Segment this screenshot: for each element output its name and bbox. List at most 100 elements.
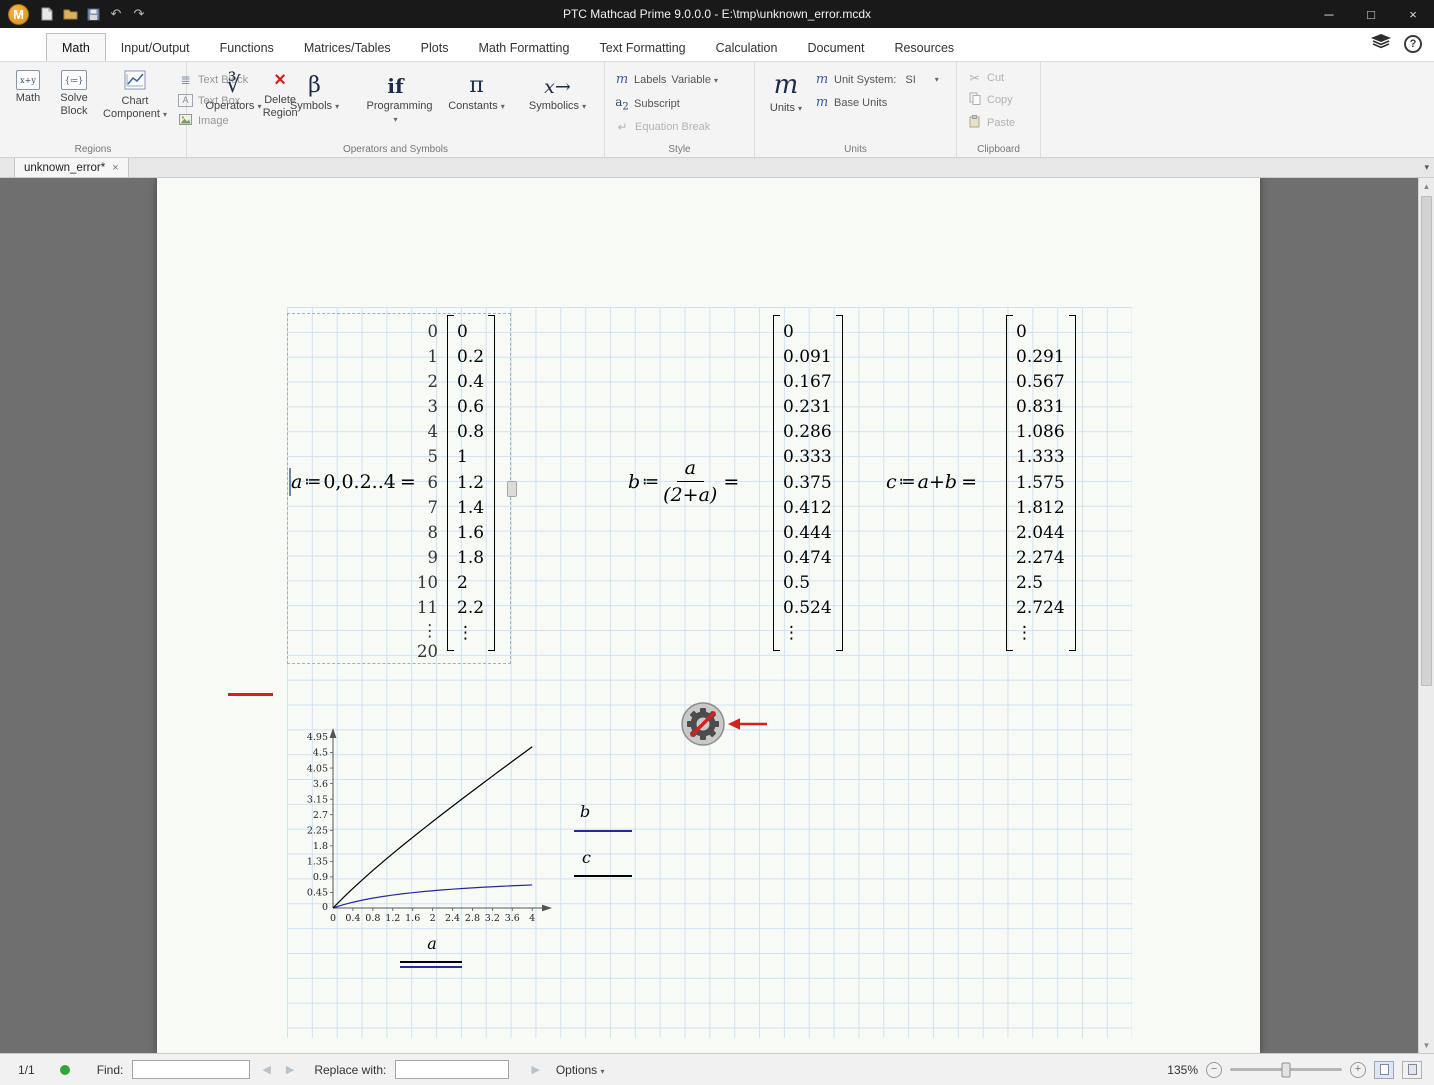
tab-text-formatting[interactable]: Text Formatting bbox=[584, 34, 700, 61]
svg-text:4.5: 4.5 bbox=[313, 748, 328, 759]
plot-x-axis-underline-c bbox=[400, 961, 462, 963]
scroll-up-icon[interactable]: ▲ bbox=[1419, 178, 1434, 194]
replace-next-icon[interactable]: ▶ bbox=[528, 1063, 542, 1076]
tab-functions[interactable]: Functions bbox=[205, 34, 289, 61]
tab-math[interactable]: Math bbox=[46, 33, 106, 61]
constants-button[interactable]: π Constants ▾ bbox=[438, 67, 516, 116]
unit-system-dropdown[interactable]: m Unit System: SI ▾ bbox=[811, 70, 943, 89]
cut-button[interactable]: ✂ Cut bbox=[963, 69, 1034, 87]
find-next-icon[interactable]: ▶ bbox=[283, 1063, 297, 1076]
svg-text:2.8: 2.8 bbox=[465, 913, 480, 924]
calculation-error-icon[interactable] bbox=[680, 701, 726, 747]
zoom-slider-thumb[interactable] bbox=[1282, 1062, 1291, 1077]
symbols-button[interactable]: β Symbols ▾ bbox=[276, 67, 354, 116]
region-a-result-matrix[interactable]: 00.20.40.60.811.21.41.61.822.2⋮ bbox=[447, 315, 495, 651]
close-button[interactable]: × bbox=[1392, 0, 1434, 28]
units-button[interactable]: m Units ▾ bbox=[761, 67, 811, 118]
region-c-result-matrix[interactable]: 00.2910.5670.8311.0861.3331.5751.8122.04… bbox=[1006, 315, 1076, 651]
labels-style-dropdown[interactable]: Variable ▾ bbox=[671, 74, 718, 86]
open-file-icon[interactable] bbox=[62, 6, 78, 22]
svg-text:0: 0 bbox=[322, 902, 328, 913]
xy-plot-svg[interactable]: 0.40.81.21.622.42.83.23.640.450.91.351.8… bbox=[300, 723, 560, 925]
page-view-button[interactable] bbox=[1374, 1061, 1394, 1079]
constants-icon: π bbox=[469, 70, 483, 98]
equation-break-button[interactable]: ↵ Equation Break bbox=[611, 118, 748, 136]
chevron-down-icon: ▾ bbox=[501, 102, 505, 111]
statusbar: 1/1 Find: ◀ ▶ Replace with: ▶ Options ▾ … bbox=[0, 1053, 1434, 1085]
solve-block-icon: {≔} bbox=[61, 70, 87, 90]
region-a-expression[interactable]: a≔0,0.2..4= bbox=[291, 315, 416, 648]
svg-text:4.95: 4.95 bbox=[307, 732, 328, 743]
undo-icon[interactable]: ↶ bbox=[108, 6, 124, 22]
replace-input[interactable] bbox=[395, 1060, 509, 1079]
region-drag-handle[interactable] bbox=[507, 481, 517, 497]
plot-trace-underline-c bbox=[574, 875, 632, 877]
draft-view-button[interactable] bbox=[1402, 1061, 1422, 1079]
tab-math-formatting[interactable]: Math Formatting bbox=[463, 34, 584, 61]
symbolics-icon: x→ bbox=[544, 70, 571, 98]
subscript-button[interactable]: a2 Subscript bbox=[611, 93, 748, 114]
svg-text:3.6: 3.6 bbox=[505, 913, 520, 924]
plot-trace-label-c[interactable]: c bbox=[582, 848, 591, 867]
tab-matrices-tables[interactable]: Matrices/Tables bbox=[289, 34, 406, 61]
maximize-button[interactable]: □ bbox=[1350, 0, 1392, 28]
labels-button[interactable]: m Labels Variable ▾ bbox=[611, 70, 748, 89]
region-b-expression[interactable]: b≔a(2+a)= bbox=[628, 315, 739, 648]
group-label-regions: Regions bbox=[0, 144, 186, 155]
zoom-in-icon[interactable]: + bbox=[1350, 1062, 1366, 1078]
svg-text:3.6: 3.6 bbox=[313, 779, 328, 790]
tab-document[interactable]: Document bbox=[792, 34, 879, 61]
save-icon[interactable] bbox=[85, 6, 101, 22]
new-file-icon[interactable] bbox=[39, 6, 55, 22]
tab-plots[interactable]: Plots bbox=[406, 34, 464, 61]
tab-calculation[interactable]: Calculation bbox=[701, 34, 793, 61]
quick-access-toolbar: M ↶ ↷ bbox=[0, 4, 147, 25]
units-icon: m bbox=[774, 70, 799, 100]
chevron-down-icon: ▾ bbox=[601, 1067, 605, 1076]
labels-icon: m bbox=[615, 72, 629, 87]
zoom-out-icon[interactable]: − bbox=[1206, 1062, 1222, 1078]
svg-text:4: 4 bbox=[529, 913, 535, 924]
redo-icon[interactable]: ↷ bbox=[131, 6, 147, 22]
options-button[interactable]: Options ▾ bbox=[556, 1063, 605, 1077]
help-icon[interactable]: ? bbox=[1404, 35, 1422, 53]
base-units-button[interactable]: m Base Units bbox=[811, 93, 943, 112]
minimize-button[interactable]: ─ bbox=[1308, 0, 1350, 28]
operators-button[interactable]: ∛ Operators ▾ bbox=[195, 67, 273, 116]
chevron-down-icon: ▾ bbox=[257, 102, 261, 111]
tab-input-output[interactable]: Input/Output bbox=[106, 34, 205, 61]
region-c-expression[interactable]: c≔a+b= bbox=[886, 315, 977, 648]
mathcad-logo-icon[interactable]: M bbox=[8, 4, 29, 25]
paste-icon bbox=[967, 115, 982, 131]
chevron-down-icon: ▾ bbox=[163, 110, 167, 119]
scrollbar-thumb[interactable] bbox=[1421, 196, 1432, 686]
copy-button[interactable]: Copy bbox=[963, 90, 1034, 110]
zoom-slider[interactable] bbox=[1230, 1068, 1342, 1071]
symbolics-button[interactable]: x→ Symbolics ▾ bbox=[519, 67, 597, 116]
subscript-icon: a2 bbox=[615, 95, 629, 112]
plot-trace-label-b[interactable]: b bbox=[580, 802, 590, 821]
chart-component-button[interactable]: Chart Component ▾ bbox=[98, 67, 172, 123]
svg-text:2.25: 2.25 bbox=[307, 825, 328, 836]
plot-x-axis-label[interactable]: a bbox=[402, 934, 462, 953]
find-input[interactable] bbox=[132, 1060, 250, 1079]
tab-list-dropdown-icon[interactable]: ▾ bbox=[1424, 162, 1434, 173]
region-b-result-matrix[interactable]: 00.0910.1670.2310.2860.3330.3750.4120.44… bbox=[773, 315, 843, 651]
scroll-down-icon[interactable]: ▼ bbox=[1419, 1037, 1434, 1053]
solve-block-button[interactable]: {≔} Solve Block bbox=[50, 67, 98, 120]
find-previous-icon[interactable]: ◀ bbox=[259, 1063, 273, 1076]
close-tab-icon[interactable]: × bbox=[112, 162, 118, 174]
cut-icon: ✂ bbox=[967, 71, 982, 85]
resources-stack-icon[interactable] bbox=[1370, 33, 1392, 54]
document-tab[interactable]: unknown_error* × bbox=[14, 158, 129, 177]
paste-button[interactable]: Paste bbox=[963, 113, 1034, 133]
tab-resources[interactable]: Resources bbox=[879, 34, 969, 61]
calculation-status-icon bbox=[60, 1065, 70, 1075]
ribbon-group-clipboard: ✂ Cut Copy Paste Clipboard bbox=[957, 62, 1041, 157]
svg-text:4.05: 4.05 bbox=[307, 763, 328, 774]
math-region-button[interactable]: x+y Math bbox=[6, 67, 50, 108]
programming-button[interactable]: if Programming ▾ bbox=[357, 67, 435, 128]
vertical-scrollbar[interactable]: ▲ ▼ bbox=[1418, 178, 1434, 1053]
worksheet-canvas[interactable]: a≔0,0.2..4= 01234567891011⋮20 00.20.40.6… bbox=[0, 178, 1434, 1053]
annotation-red-line bbox=[228, 693, 273, 696]
